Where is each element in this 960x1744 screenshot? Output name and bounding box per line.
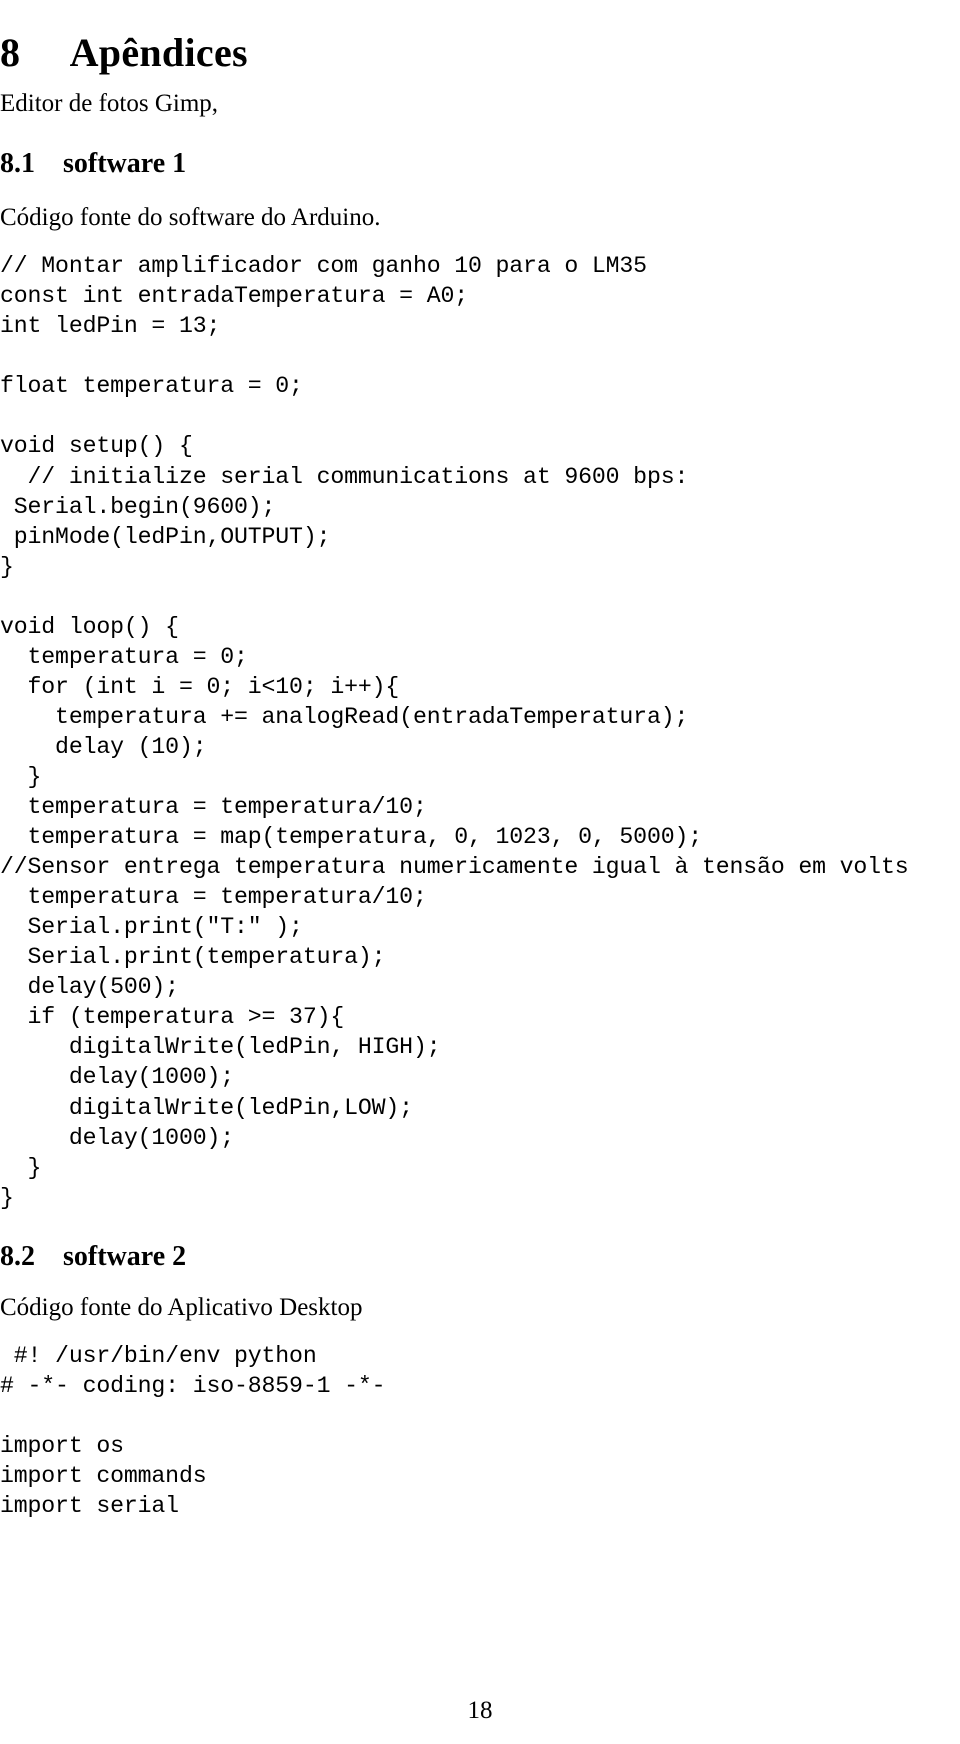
- code-line: float temperatura = 0;: [0, 373, 303, 400]
- code-line: pinMode(ledPin,OUTPUT);: [0, 523, 331, 550]
- code-line: }: [0, 1184, 14, 1211]
- subsection-heading-8-2: 8.2 software 2: [0, 1241, 187, 1273]
- code-line: }: [0, 553, 14, 580]
- code-line: temperatura = temperatura/10;: [0, 794, 427, 821]
- code-line: import os: [0, 1433, 124, 1460]
- code-line: digitalWrite(ledPin,LOW);: [0, 1094, 413, 1121]
- code-line: delay(500);: [0, 974, 180, 1001]
- code-line: temperatura = temperatura/10;: [0, 884, 427, 911]
- code-listing-python: #! /usr/bin/env python # -*- coding: iso-…: [0, 1341, 386, 1521]
- code-line: // initialize serial communications at 9…: [0, 463, 689, 490]
- code-line: void setup() {: [0, 433, 193, 460]
- page-number: 18: [467, 1697, 493, 1724]
- code-line: temperatura += analogRead(entradaTempera…: [0, 703, 689, 730]
- code-line: const int entradaTemperatura = A0;: [0, 283, 469, 310]
- code-line: delay(1000);: [0, 1064, 235, 1091]
- code-line: for (int i = 0; i<10; i++){: [0, 673, 400, 700]
- code-line: if (temperatura >= 37){: [0, 1004, 345, 1031]
- code-line: import serial: [0, 1493, 179, 1520]
- code-line: #! /usr/bin/env python: [0, 1343, 317, 1370]
- code-line: import commands: [0, 1463, 207, 1490]
- code-line: digitalWrite(ledPin, HIGH);: [0, 1034, 441, 1061]
- code-line: }: [0, 1154, 42, 1181]
- code-line: temperatura = map(temperatura, 0, 1023, …: [0, 824, 703, 851]
- intro-paragraph: Editor de fotos Gimp,: [0, 90, 219, 117]
- code-line: delay (10);: [0, 733, 207, 760]
- subsection-caption-8-2: Código fonte do Aplicativo Desktop: [0, 1294, 363, 1321]
- subsection-caption-8-1: Código fonte do software do Arduino.: [0, 204, 381, 231]
- code-line: Serial.print("T:" );: [0, 914, 303, 941]
- code-line: Serial.print(temperatura);: [0, 944, 386, 971]
- code-line: # -*- coding: iso-8859-1 -*-: [0, 1373, 386, 1400]
- code-line: }: [0, 763, 42, 790]
- code-line: Serial.begin(9600);: [0, 493, 276, 520]
- document-page: 8 Apêndices Editor de fotos Gimp, 8.1 so…: [0, 0, 960, 1744]
- code-line: void loop() {: [0, 613, 179, 640]
- code-line: int ledPin = 13;: [0, 313, 221, 340]
- code-line: //Sensor entrega temperatura numericamen…: [0, 854, 909, 881]
- code-line: // Montar amplificador com ganho 10 para…: [0, 253, 647, 280]
- page-title: 8 Apêndices: [0, 29, 248, 75]
- code-line: temperatura = 0;: [0, 643, 248, 670]
- subsection-heading-8-1: 8.1 software 1: [0, 148, 187, 180]
- code-line: delay(1000);: [0, 1124, 235, 1151]
- code-listing-arduino: // Montar amplificador com ganho 10 para…: [0, 251, 909, 1213]
